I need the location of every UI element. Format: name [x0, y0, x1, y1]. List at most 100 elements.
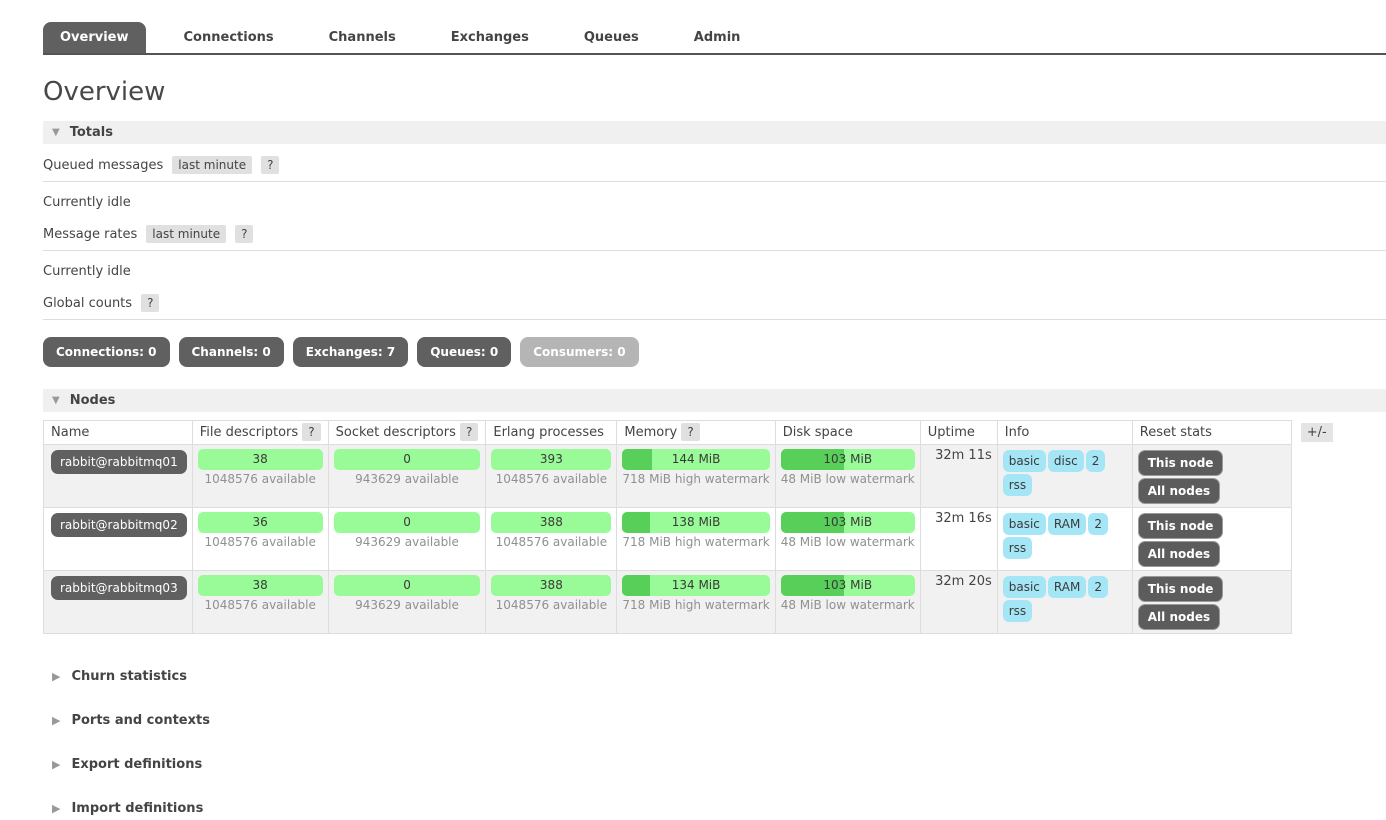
fd-available: 1048576 available [204, 535, 316, 549]
ports-and-contexts-label: Ports and contexts [71, 713, 210, 728]
col-reset-stats: Reset stats [1131, 420, 1292, 445]
memory-watermark: 718 MiB high watermark [622, 535, 770, 549]
channels-count-button[interactable]: Channels: 0 [178, 337, 284, 367]
churn-statistics-header[interactable]: ▶ Churn statistics [52, 665, 1386, 688]
info-badge-plugins: 2 [1088, 513, 1108, 535]
fd-help-icon[interactable]: ? [302, 423, 321, 441]
reset-this-node-button[interactable]: This node [1137, 576, 1224, 602]
memory-watermark: 718 MiB high watermark [622, 472, 770, 486]
node-name-badge[interactable]: rabbit@rabbitmq01 [51, 450, 187, 474]
info-badge-ram: RAM [1047, 513, 1087, 535]
memory-bar: 144 MiB [622, 449, 770, 470]
memory-cell: 144 MiB 718 MiB high watermark [616, 444, 776, 508]
totals-section-header[interactable]: ▼ Totals [43, 121, 1386, 144]
fd-cell: 38 1048576 available [191, 444, 329, 508]
queued-rate-mode-badge[interactable]: last minute [172, 156, 253, 174]
reset-this-node-button[interactable]: This node [1137, 450, 1224, 476]
sd-bar: 0 [333, 512, 481, 533]
erlang-available: 1048576 available [495, 598, 608, 612]
info-badge-rss: rss [1002, 474, 1033, 496]
exchanges-count-button[interactable]: Exchanges: 7 [292, 337, 409, 367]
import-definitions-header[interactable]: ▶ Import definitions [52, 797, 1386, 820]
info-cell: basic RAM 2 rss [996, 570, 1133, 634]
import-definitions-label: Import definitions [71, 801, 204, 816]
fd-cell: 36 1048576 available [191, 507, 329, 571]
fd-available: 1048576 available [204, 598, 316, 612]
connections-count-button[interactable]: Connections: 0 [43, 337, 170, 367]
memory-bar: 134 MiB [622, 575, 770, 596]
disk-watermark: 48 MiB low watermark [780, 535, 915, 549]
tab-channels[interactable]: Channels [312, 22, 413, 53]
queued-messages-header: Queued messages last minute ? [43, 144, 1386, 182]
nodes-table-wrap: Name File descriptors ? Socket descripto… [43, 420, 1386, 634]
reset-stats-cell: This nodeAll nodes [1131, 444, 1292, 508]
message-rates-mode-badge[interactable]: last minute [146, 225, 227, 243]
reset-all-nodes-button[interactable]: All nodes [1137, 604, 1221, 630]
col-info: Info [996, 420, 1133, 445]
erlang-available: 1048576 available [495, 535, 608, 549]
col-name: Name [43, 420, 193, 445]
node-name-badge[interactable]: rabbit@rabbitmq02 [51, 513, 187, 537]
disk-watermark: 48 MiB low watermark [780, 472, 915, 486]
uptime-value: 32m 11s [919, 444, 998, 508]
nodes-header-row: Name File descriptors ? Socket descripto… [43, 420, 1292, 445]
global-counts-help-icon[interactable]: ? [141, 294, 160, 312]
node-row: rabbit@rabbitmq01 38 1048576 available 0… [43, 444, 1292, 508]
reset-all-nodes-button[interactable]: All nodes [1137, 541, 1221, 567]
memory-bar: 138 MiB [622, 512, 770, 533]
column-selector-badge[interactable]: +/- [1300, 423, 1333, 442]
node-name-badge[interactable]: rabbit@rabbitmq03 [51, 576, 187, 600]
col-file-descriptors: File descriptors ? [191, 420, 329, 445]
reset-all-nodes-button[interactable]: All nodes [1137, 478, 1221, 504]
ports-and-contexts-header[interactable]: ▶ Ports and contexts [52, 709, 1386, 732]
sd-available: 943629 available [355, 535, 459, 549]
sd-cell: 0 943629 available [327, 570, 487, 634]
tab-admin[interactable]: Admin [677, 22, 758, 53]
message-rates-help-icon[interactable]: ? [235, 225, 254, 243]
memory-watermark: 718 MiB high watermark [622, 598, 770, 612]
expand-triangle-icon: ▶ [52, 714, 61, 727]
message-rates-label: Message rates [43, 226, 138, 242]
info-cell: basic RAM 2 rss [996, 507, 1133, 571]
main-content: Overview ▼ Totals Queued messages last m… [0, 77, 1386, 820]
sd-cell: 0 943629 available [327, 507, 487, 571]
info-cell: basic disc 2 rss [996, 444, 1133, 508]
col-erlang-processes: Erlang processes [485, 420, 618, 445]
disk-cell: 103 MiB 48 MiB low watermark [774, 570, 921, 634]
page-title: Overview [43, 77, 166, 107]
export-definitions-header[interactable]: ▶ Export definitions [52, 753, 1386, 776]
info-badge-basic: basic [1002, 576, 1046, 598]
tab-connections[interactable]: Connections [167, 22, 291, 53]
disk-bar: 103 MiB [780, 449, 915, 470]
node-row: rabbit@rabbitmq03 38 1048576 available 0… [43, 570, 1292, 634]
queued-idle-status: Currently idle [43, 195, 131, 210]
disk-watermark: 48 MiB low watermark [780, 598, 915, 612]
churn-statistics-label: Churn statistics [71, 669, 187, 684]
col-memory: Memory ? [616, 420, 776, 445]
message-rates-idle-status: Currently idle [43, 264, 131, 279]
nodes-section-header[interactable]: ▼ Nodes [43, 389, 1386, 412]
erlang-cell: 388 1048576 available [485, 507, 618, 571]
tab-exchanges[interactable]: Exchanges [434, 22, 546, 53]
message-rates-header: Message rates last minute ? [43, 213, 1386, 251]
tab-overview[interactable]: Overview [43, 22, 146, 53]
info-badge-basic: basic [1002, 513, 1046, 535]
collapse-triangle-icon: ▼ [52, 127, 60, 138]
sd-help-icon[interactable]: ? [460, 423, 479, 441]
disk-bar: 103 MiB [780, 575, 915, 596]
col-uptime: Uptime [919, 420, 998, 445]
queues-count-button[interactable]: Queues: 0 [417, 337, 512, 367]
fd-bar: 38 [197, 449, 323, 470]
collapse-triangle-icon: ▼ [52, 395, 60, 406]
memory-help-icon[interactable]: ? [681, 423, 700, 441]
expand-triangle-icon: ▶ [52, 802, 61, 815]
erlang-cell: 393 1048576 available [485, 444, 618, 508]
global-counts-buttons: Connections: 0 Channels: 0 Exchanges: 7 … [43, 337, 1386, 367]
tab-queues[interactable]: Queues [567, 22, 656, 53]
col-disk-space: Disk space [774, 420, 921, 445]
global-counts-label: Global counts [43, 295, 133, 311]
queued-help-icon[interactable]: ? [261, 156, 280, 174]
memory-cell: 134 MiB 718 MiB high watermark [616, 570, 776, 634]
reset-this-node-button[interactable]: This node [1137, 513, 1224, 539]
collapsed-sections: ▶ Churn statistics ▶ Ports and contexts … [43, 665, 1386, 820]
